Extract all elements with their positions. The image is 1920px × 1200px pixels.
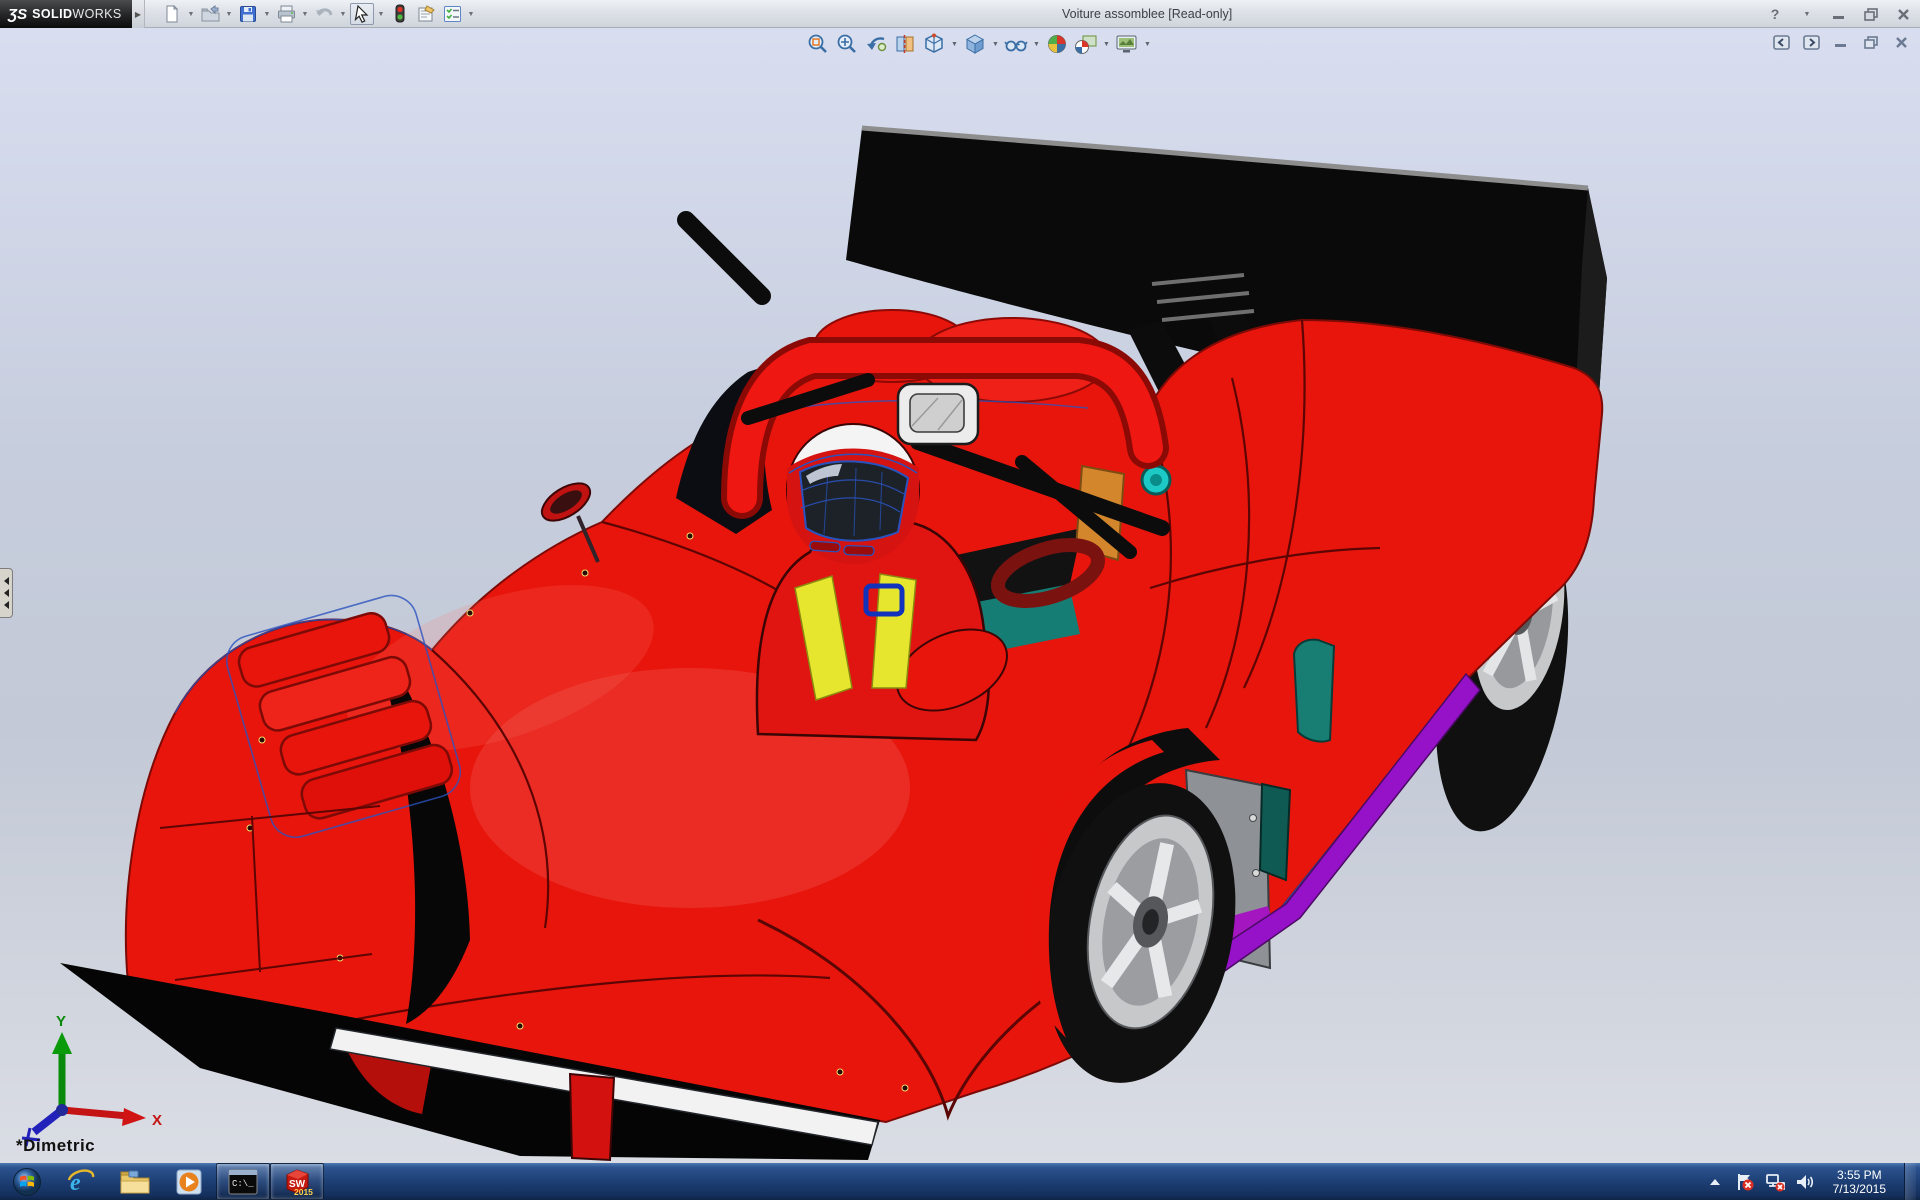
rebuild-button[interactable] <box>388 3 412 25</box>
undo-button[interactable] <box>312 3 336 25</box>
options-dropdown-arrow[interactable]: ▼ <box>466 3 476 25</box>
windows-start-icon <box>13 1167 41 1196</box>
taskbar-clock[interactable]: 3:55 PM 7/13/2015 <box>1825 1168 1894 1196</box>
media-player-icon <box>176 1169 202 1194</box>
volume-icon[interactable] <box>1795 1172 1815 1192</box>
apply-scene-dropdown[interactable]: ▼ <box>1102 32 1111 56</box>
menu-flyout-arrow[interactable]: ▶ <box>132 0 145 28</box>
zoom-to-fit-icon[interactable] <box>805 32 831 56</box>
collapse-arrow-icon <box>3 601 9 609</box>
pane-toggle-left-icon[interactable] <box>1772 34 1790 50</box>
folder-icon <box>120 1170 150 1193</box>
hide-show-items-dropdown[interactable]: ▼ <box>1032 32 1041 56</box>
view-orientation-icon[interactable] <box>921 32 947 56</box>
edit-appearance-icon[interactable] <box>1044 32 1070 56</box>
zoom-to-area-icon[interactable] <box>834 32 860 56</box>
window-controls: ? ▼ <box>1764 0 1914 28</box>
collapse-arrow-icon <box>3 589 9 597</box>
new-dropdown-arrow[interactable]: ▼ <box>186 3 196 25</box>
svg-text:C:\_: C:\_ <box>232 1179 254 1189</box>
clock-date: 7/13/2015 <box>1832 1181 1886 1196</box>
print-button[interactable] <box>274 3 298 25</box>
minimize-button[interactable] <box>1828 5 1850 23</box>
open-button[interactable] <box>198 3 222 25</box>
doc-close-icon[interactable] <box>1892 34 1910 50</box>
rearview-mirror <box>896 382 980 446</box>
options-button[interactable] <box>440 3 464 25</box>
race-car-model <box>60 125 1607 1162</box>
hidden-icons-chevron[interactable] <box>1705 1172 1725 1192</box>
taskbar-solidworks-2015[interactable]: SW 2015 <box>270 1163 324 1200</box>
close-button[interactable] <box>1892 5 1914 23</box>
collapse-arrow-icon <box>3 577 9 585</box>
save-dropdown-arrow[interactable]: ▼ <box>262 3 272 25</box>
standard-toolbar: ▼ ▼ ▼ ▼ ▼ ▼ ▼ <box>160 2 476 26</box>
display-style-icon[interactable] <box>962 32 988 56</box>
splitter-fin <box>568 1072 616 1162</box>
solidworks-logo-glyph: ƷS <box>8 5 28 23</box>
pane-toggle-right-icon[interactable] <box>1802 34 1820 50</box>
action-center-flag-icon[interactable] <box>1735 1172 1755 1192</box>
display-style-dropdown[interactable]: ▼ <box>991 32 1000 56</box>
select-dropdown-arrow[interactable]: ▼ <box>376 3 386 25</box>
feature-pane-collapsed-tab[interactable] <box>0 568 13 618</box>
graphics-viewport[interactable]: ▼ ▼ ▼ ▼ ▼ Y X *Dimetric <box>0 28 1920 1163</box>
doc-minimize-icon[interactable] <box>1832 34 1850 50</box>
print-dropdown-arrow[interactable]: ▼ <box>300 3 310 25</box>
view-orientation-label: *Dimetric <box>16 1136 96 1155</box>
solidworks-logo: ƷS SOLID WORKS <box>0 0 132 28</box>
file-properties-button[interactable] <box>414 3 438 25</box>
section-view-icon[interactable] <box>892 32 918 56</box>
clock-time: 3:55 PM <box>1836 1167 1882 1182</box>
help-button[interactable]: ? <box>1764 5 1786 23</box>
save-button[interactable] <box>236 3 260 25</box>
hide-show-items-icon[interactable] <box>1003 32 1029 56</box>
taskbar-file-explorer[interactable] <box>108 1163 162 1200</box>
window-title: Voiture assomblee [Read-only] <box>1062 7 1233 21</box>
taskbar-command-prompt[interactable]: C:\_ <box>216 1163 270 1200</box>
document-window-controls <box>1772 34 1910 50</box>
svg-text:2015: 2015 <box>294 1187 313 1197</box>
title-bar: ƷS SOLID WORKS ▶ ▼ ▼ ▼ ▼ ▼ ▼ ▼ Voiture a… <box>0 0 1920 28</box>
view-orientation-dropdown[interactable]: ▼ <box>950 32 959 56</box>
previous-view-icon[interactable] <box>863 32 889 56</box>
internet-explorer-icon: e <box>67 1168 95 1196</box>
doc-restore-icon[interactable] <box>1862 34 1880 50</box>
command-prompt-icon: C:\_ <box>228 1169 258 1194</box>
view-settings-icon[interactable] <box>1114 32 1140 56</box>
new-document-button[interactable] <box>160 3 184 25</box>
driver-helmet <box>786 423 920 564</box>
start-button[interactable] <box>0 1163 54 1200</box>
headsup-view-toolbar: ▼ ▼ ▼ ▼ ▼ <box>805 32 1152 56</box>
undo-dropdown-arrow[interactable]: ▼ <box>338 3 348 25</box>
system-tray: 3:55 PM 7/13/2015 <box>1705 1163 1920 1200</box>
select-button[interactable] <box>350 3 374 25</box>
open-dropdown-arrow[interactable]: ▼ <box>224 3 234 25</box>
restore-button[interactable] <box>1860 5 1882 23</box>
view-settings-dropdown[interactable]: ▼ <box>1143 32 1152 56</box>
show-desktop-button[interactable] <box>1904 1163 1916 1200</box>
taskbar-internet-explorer[interactable]: e <box>54 1163 108 1200</box>
solidworks-2015-icon: SW 2015 <box>286 1168 313 1197</box>
help-dropdown-arrow[interactable]: ▼ <box>1796 5 1818 23</box>
network-status-icon[interactable] <box>1765 1172 1785 1192</box>
apply-scene-icon[interactable] <box>1073 32 1099 56</box>
taskbar-media-player[interactable] <box>162 1163 216 1200</box>
taskbar: e C:\_ SW 2015 3:55 PM 7/13/2015 <box>0 1163 1920 1200</box>
